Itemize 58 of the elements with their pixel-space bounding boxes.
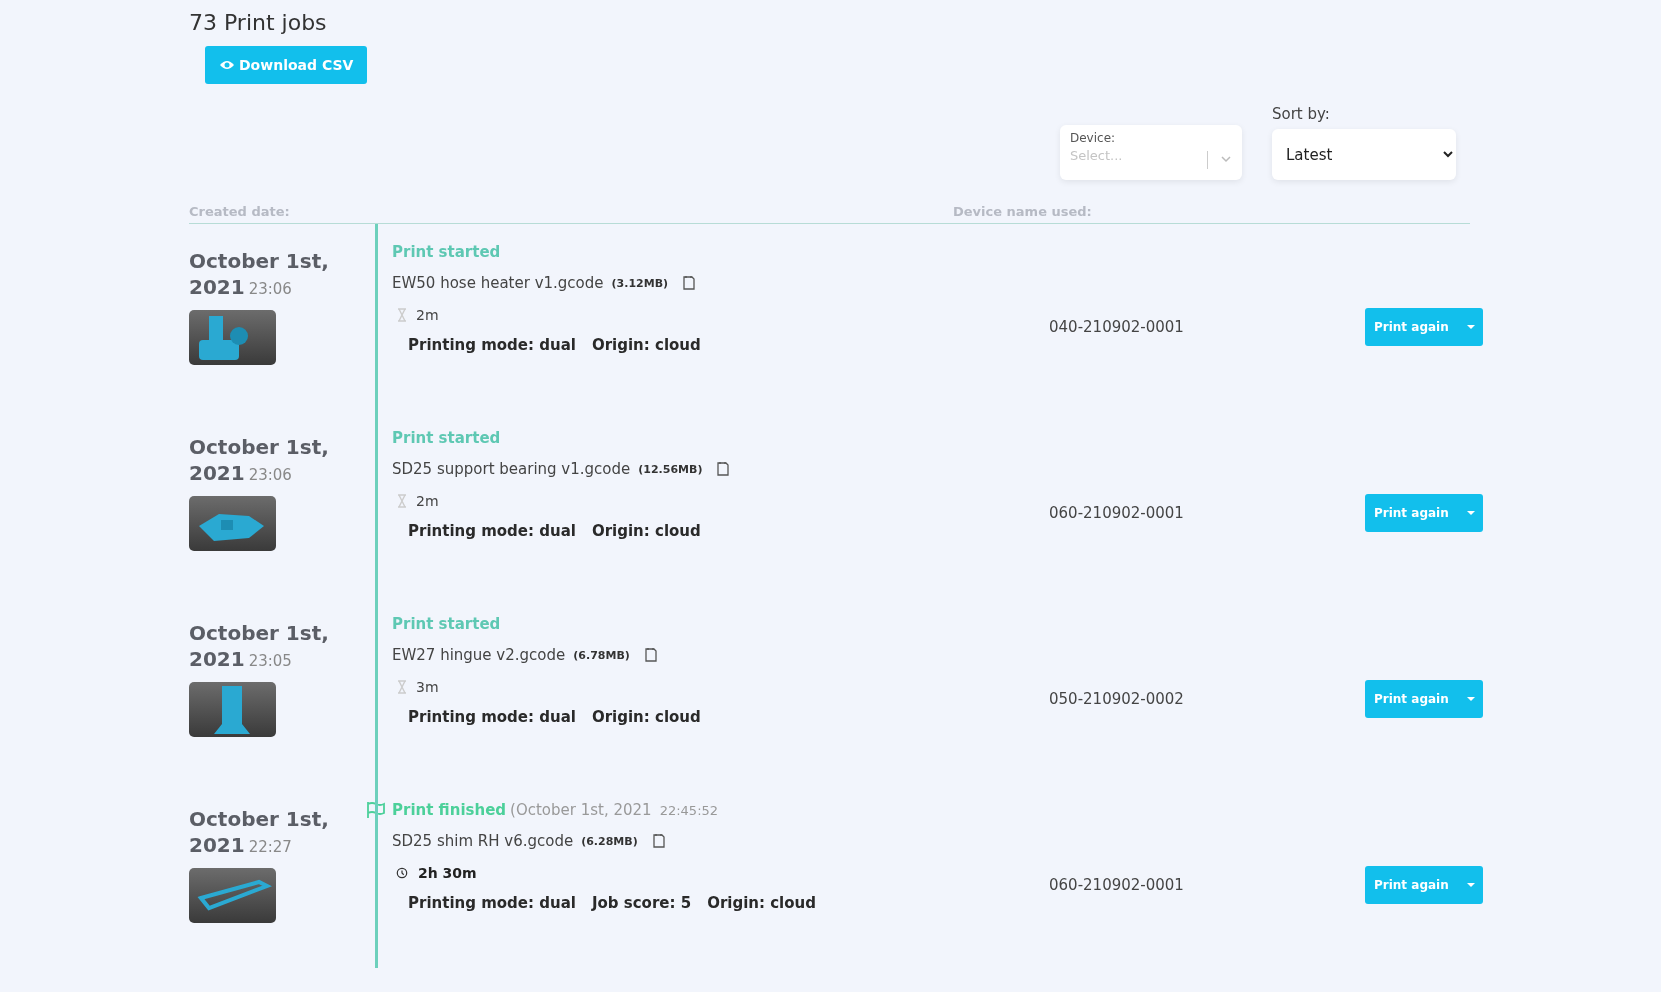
file-name: SD25 shim RH v6.gcode [392,832,574,850]
print-again-button[interactable]: Print again [1365,494,1459,532]
event-status: Print finished [392,801,507,819]
event-time: 22:45:52 [659,802,719,818]
sort-label: Sort by: [1272,105,1331,123]
copy-icon[interactable] [716,461,731,477]
device-name: 040-210902-0001 [1049,318,1184,336]
device-label: Device: [1070,131,1117,145]
copy-icon[interactable] [643,647,658,663]
event-status: Print started [392,615,501,633]
job-detail: Printing mode: dual [408,522,576,540]
event-status: Print started [392,429,501,447]
print-duration: 3m [416,679,439,695]
job-date: October 1st, 2021 22:27 [189,806,330,859]
clock-icon [396,866,408,880]
job-date: October 1st, 2021 23:06 [189,248,330,301]
file-name: SD25 support bearing v1.gcode [392,460,631,478]
job-date: October 1st, 2021 23:06 [189,434,330,487]
device-name: 050-210902-0002 [1049,690,1184,708]
job-detail: Printing mode: dual [408,894,576,912]
eye-icon [219,59,235,71]
print-again-button[interactable]: Print again [1365,866,1459,904]
file-size: (3.12MB) [611,276,669,290]
chevron-icon[interactable] [1220,155,1232,163]
file-size: (12.56MB) [638,462,703,476]
print-duration: 2m [416,493,439,509]
device-name: 060-210902-0001 [1049,876,1184,894]
copy-icon[interactable] [651,833,666,849]
hourglass-icon [396,308,408,322]
job-date: October 1st, 2021 23:05 [189,620,330,673]
hourglass-icon [396,494,408,508]
flag-icon [366,801,386,819]
job-detail: Origin: cloud [591,708,701,726]
page-title: 73 Print jobs [189,9,328,37]
hourglass-icon [396,680,408,694]
print-duration: 2h 30m [417,865,477,881]
print-duration: 2m [416,307,439,323]
job-detail: Printing mode: dual [408,336,576,354]
device-name: 060-210902-0001 [1049,504,1184,522]
column-header: Created date: [189,204,291,219]
file-size: (6.28MB) [581,834,638,848]
file-size: (6.78MB) [573,648,630,662]
job-detail: Printing mode: dual [408,708,576,726]
print-again-button[interactable]: Print again [1365,680,1459,718]
download-csv-button[interactable]: Download CSV [205,46,368,84]
event-status: Print started [392,243,501,261]
job-detail: Origin: cloud [591,522,701,540]
job-detail: Origin: cloud [591,336,701,354]
file-name: EW27 hingue v2.gcode [392,646,566,664]
job-detail: Origin: cloud [707,894,816,912]
column-header: Device name used: [953,204,1093,219]
job-detail: Job score: 5 [591,894,692,912]
sort-select[interactable]: Latest [1272,129,1456,180]
copy-icon[interactable] [682,275,697,291]
device-select-field[interactable]: Select... [1070,146,1190,165]
print-again-button[interactable]: Print again [1365,308,1459,346]
event-date: (October 1st, 2021 [510,801,652,819]
file-name: EW50 hose heater v1.gcode [392,274,604,292]
